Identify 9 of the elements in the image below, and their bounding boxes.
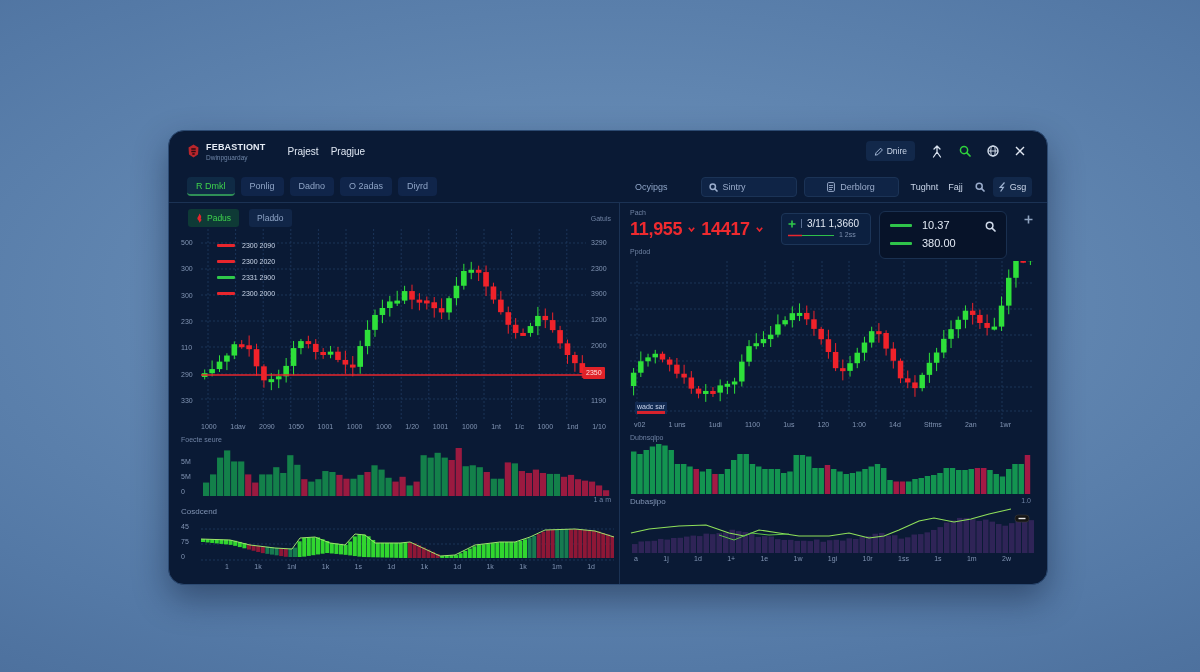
change-value: 3/11 1,3660: [807, 218, 860, 229]
legend-value: 380.00: [922, 237, 956, 250]
legend-value: 10.37: [922, 219, 950, 232]
chart-title: Dubasjipo: [630, 497, 666, 507]
price-value: 14417: [701, 218, 750, 240]
toolbar-label: Ocyipgs: [635, 181, 668, 192]
chart-title: Cosdcend: [181, 507, 218, 517]
price-value: 11,955: [630, 218, 683, 240]
app-title: FEBASTIONT: [206, 141, 266, 152]
